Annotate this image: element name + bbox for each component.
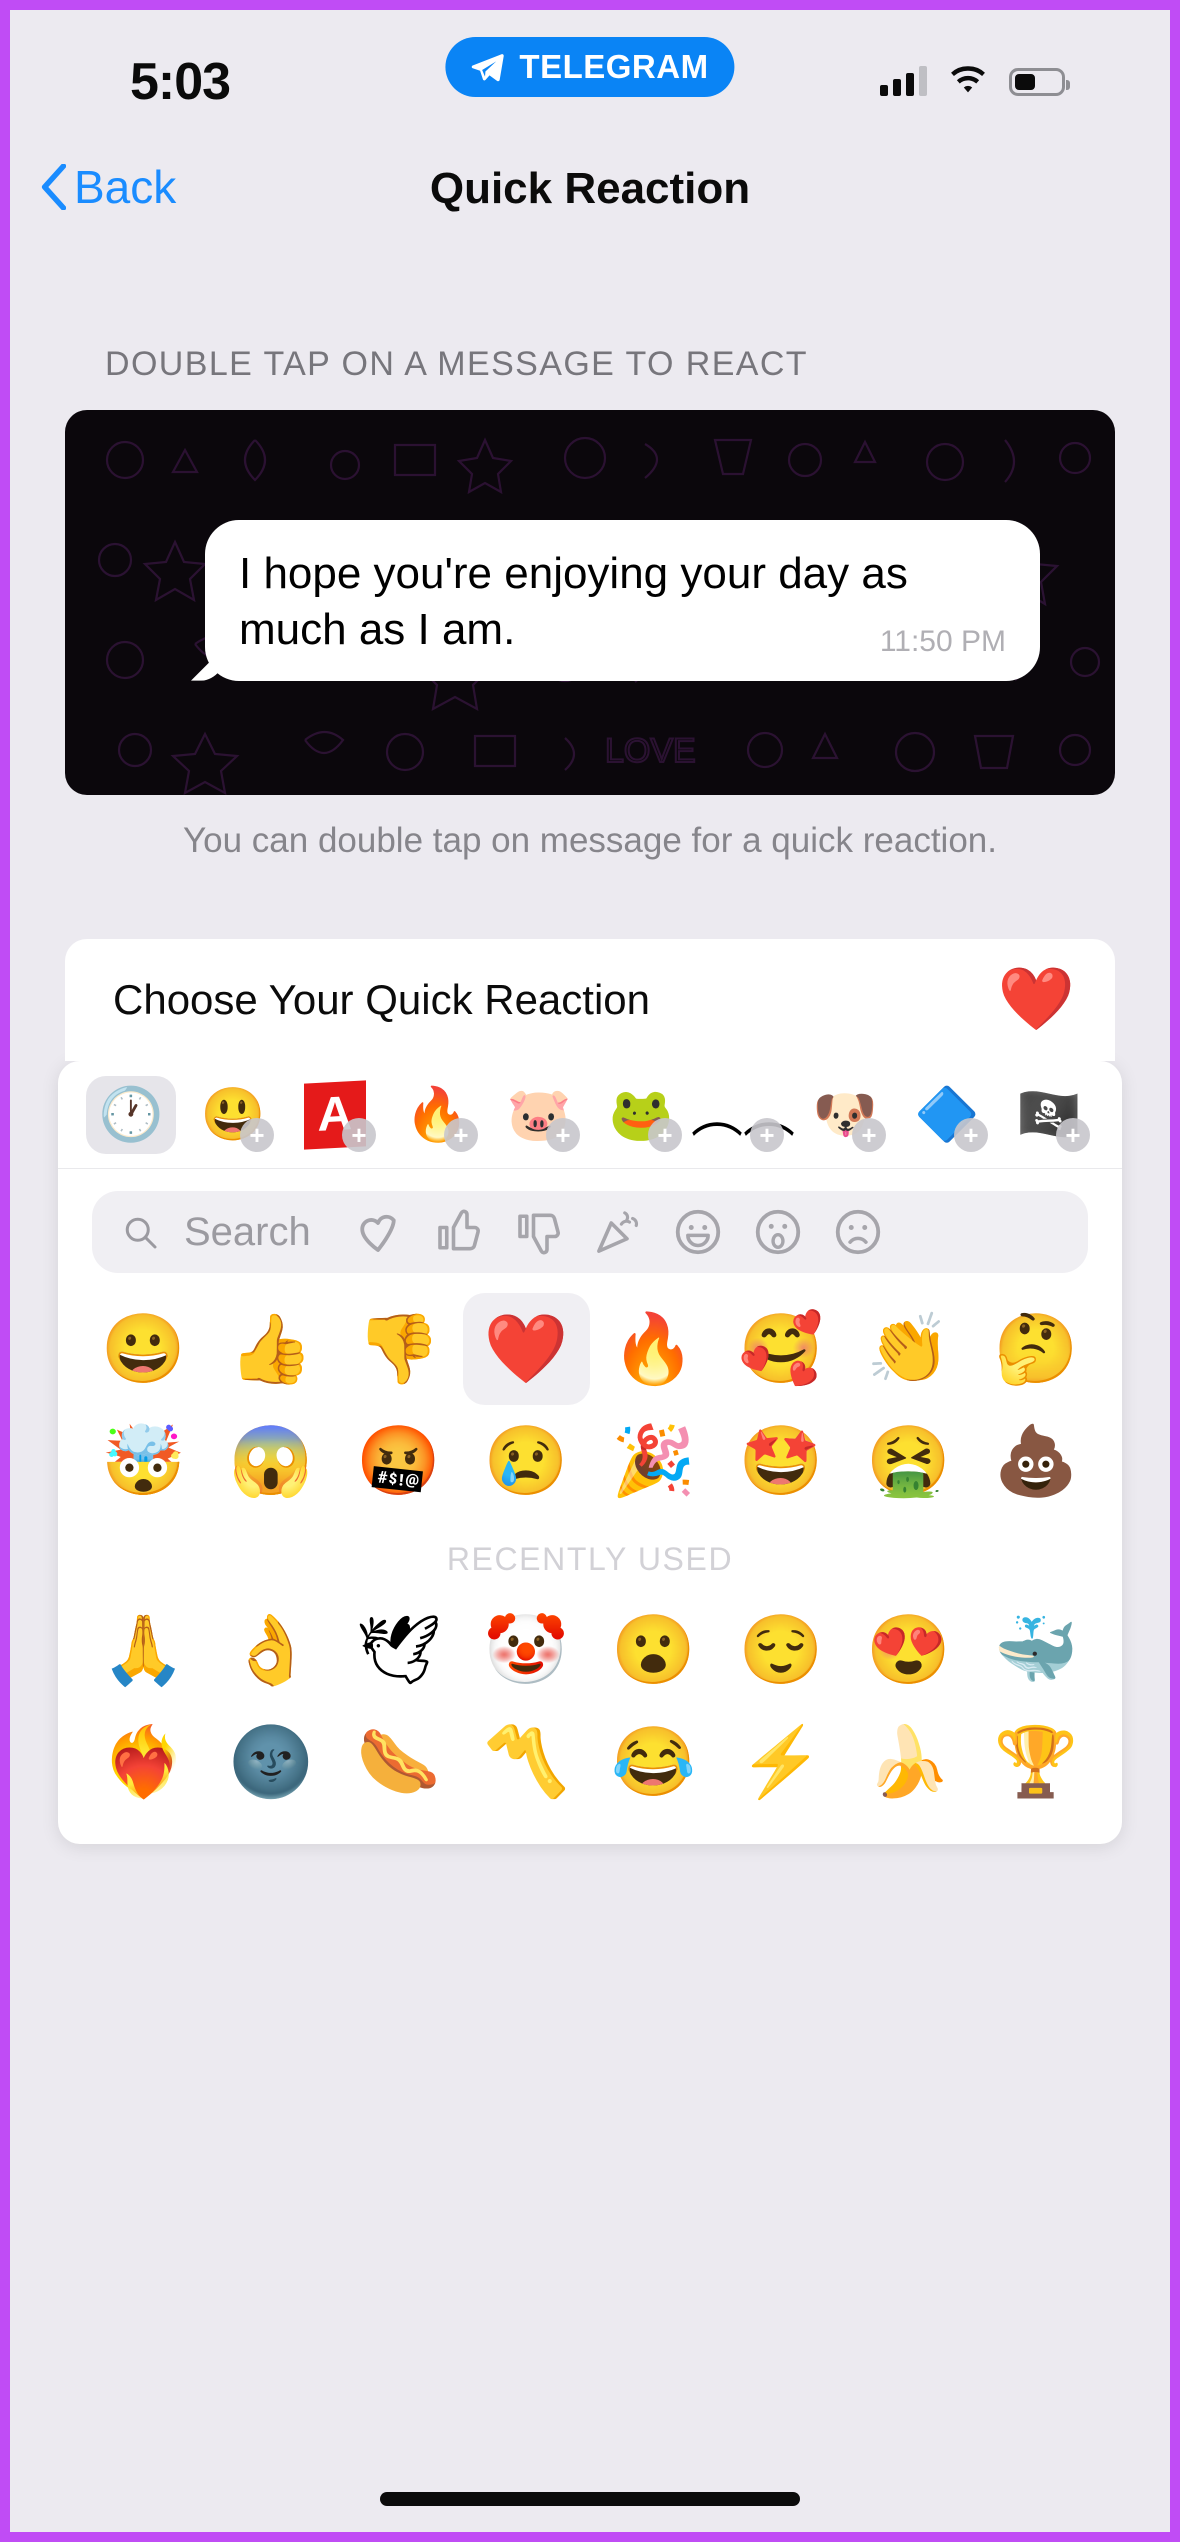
sticker-pack-shiba-dog-sticker-pack[interactable]: 🐶 +: [800, 1076, 890, 1154]
add-pack-plus-icon[interactable]: +: [342, 1117, 376, 1152]
emoji-pile-of-poo[interactable]: 💩: [973, 1405, 1101, 1517]
search-input[interactable]: Search: [184, 1210, 311, 1255]
sticker-pack-green-frog-sticker-pack[interactable]: 🐸 +: [596, 1076, 686, 1154]
add-pack-plus-icon[interactable]: +: [648, 1117, 682, 1152]
status-icons: [880, 66, 1070, 96]
emoji-thumbs-down[interactable]: 👎: [335, 1293, 463, 1405]
cellular-signal-icon: [880, 66, 927, 96]
emoji-smiling-face-with-hearts[interactable]: 🥰: [718, 1293, 846, 1405]
telegram-plane-icon: [471, 54, 504, 82]
emoji-star-struck[interactable]: 🤩: [718, 1405, 846, 1517]
sticker-pack-tabbar[interactable]: 🕐 😃 + A + 🔥 + 🐷 + 🐸 + ︵︵ + 🐶 + 🔷 + 🏴‍☠️ +: [58, 1061, 1122, 1169]
emoji-thinking-face[interactable]: 🤔: [973, 1293, 1101, 1405]
recently-used-label: RECENTLY USED: [446, 1541, 734, 1577]
emoji-disappointed-face[interactable]: 😢: [463, 1405, 591, 1517]
sticker-pack-glyph: 🕐: [98, 1085, 164, 1144]
section-footnote: You can double tap on message for a quic…: [183, 821, 997, 860]
choose-quick-reaction-row[interactable]: Choose Your Quick Reaction ❤️: [65, 939, 1115, 1061]
add-pack-plus-icon[interactable]: +: [954, 1117, 988, 1152]
emoji-face-with-open-mouth[interactable]: 😮: [590, 1594, 718, 1706]
sticker-pack-purple-diamond-sticker-pack[interactable]: 🔷 +: [902, 1076, 992, 1154]
emoji-clapping-hands[interactable]: 👏: [845, 1293, 973, 1405]
emoji-ok-hand[interactable]: 👌: [208, 1594, 336, 1706]
message-timestamp: 11:50 PM: [879, 624, 1006, 658]
emoji-picker-panel: 🕐 😃 + A + 🔥 + 🐷 + 🐸 + ︵︵ + 🐶 + 🔷 + 🏴‍☠️ + Search: [58, 1061, 1122, 1844]
surprised-outline-filter-icon[interactable]: [751, 1205, 805, 1259]
emoji-search-row[interactable]: Search: [92, 1191, 1088, 1273]
emoji-thumbs-up[interactable]: 👍: [208, 1293, 336, 1405]
add-pack-plus-icon[interactable]: +: [1056, 1117, 1090, 1152]
emoji-face-screaming-in-fear[interactable]: 😱: [208, 1405, 336, 1517]
sad-outline-filter-icon[interactable]: [831, 1205, 885, 1259]
emoji-red-heart[interactable]: ❤️: [462, 1293, 590, 1405]
thumbs-down-outline-filter-icon[interactable]: [511, 1205, 565, 1259]
choose-quick-reaction-label: Choose Your Quick Reaction: [113, 976, 650, 1023]
emoji-scribble-mark[interactable]: 〽️: [463, 1706, 591, 1818]
add-pack-plus-icon[interactable]: +: [546, 1117, 580, 1152]
status-time: 5:03: [130, 53, 231, 111]
back-button[interactable]: Back: [40, 160, 176, 214]
add-pack-plus-icon[interactable]: +: [444, 1117, 478, 1152]
sticker-pack-recent-clock[interactable]: 🕐: [86, 1075, 176, 1154]
emoji-fire[interactable]: 🔥: [590, 1293, 718, 1405]
sticker-pack-letter-a-sticker-pack[interactable]: A +: [290, 1076, 380, 1154]
emoji-trophy[interactable]: 🏆: [973, 1706, 1101, 1818]
page-title: Quick Reaction: [429, 164, 751, 213]
emoji-grid-recent[interactable]: 🙏 👌 🕊 🤡 😮 😌 😍 🐳 ❤️‍🔥 🌚 🌭 〽️ 😂 ⚡ 🍌 🏆: [58, 1584, 1122, 1844]
emoji-clown-face[interactable]: 🤡: [463, 1594, 591, 1706]
status-bar: 5:03 TELEGRAM: [10, 10, 1170, 140]
reaction-bubble-dot-large: [977, 1011, 1023, 1057]
home-indicator: [380, 2492, 800, 2506]
emoji-smiling-face-with-heart-eyes[interactable]: 😍: [845, 1594, 973, 1706]
emoji-dove[interactable]: 🕊: [335, 1594, 463, 1706]
search-icon: [125, 1217, 157, 1249]
sticker-pack-pirate-flag-sticker-pack[interactable]: 🏴‍☠️ +: [1004, 1076, 1094, 1154]
message-bubble[interactable]: I hope you're enjoying your day as much …: [205, 520, 1040, 681]
back-button-label: Back: [74, 161, 177, 213]
section-header: DOUBLE TAP ON A MESSAGE TO REACT: [105, 345, 808, 383]
emoji-heart-on-fire[interactable]: ❤️‍🔥: [80, 1706, 208, 1818]
heart-outline-filter-icon[interactable]: [351, 1205, 405, 1259]
emoji-hot-dog[interactable]: 🌭: [335, 1706, 463, 1818]
navigation-bar: Back Quick Reaction: [10, 140, 1170, 250]
sticker-pack-pink-bear-sticker-pack[interactable]: 🐷 +: [494, 1076, 584, 1154]
emoji-face-with-tears-of-joy[interactable]: 😂: [590, 1706, 718, 1818]
add-pack-plus-icon[interactable]: +: [750, 1117, 784, 1152]
emoji-grinning-face[interactable]: 😀: [80, 1293, 208, 1405]
emoji-folded-hands[interactable]: 🙏: [80, 1594, 208, 1706]
emoji-party-popper[interactable]: 🎉: [590, 1405, 718, 1517]
party-popper-outline-filter-icon[interactable]: [591, 1205, 645, 1259]
add-pack-plus-icon[interactable]: +: [852, 1117, 886, 1152]
chevron-left-icon: [41, 164, 66, 210]
battery-icon: [1009, 68, 1070, 96]
thumbs-up-outline-filter-icon[interactable]: [431, 1205, 485, 1259]
sticker-pack-fire-face-sticker-pack[interactable]: 🔥 +: [392, 1076, 482, 1154]
phone-screen: 5:03 TELEGRAM Back Quick Reaction DOUBLE…: [10, 10, 1170, 2532]
add-pack-plus-icon[interactable]: +: [240, 1117, 274, 1152]
emoji-high-voltage[interactable]: ⚡: [718, 1706, 846, 1818]
telegram-badge-label: TELEGRAM: [519, 48, 709, 85]
sticker-pack-smiley-sticker-pack[interactable]: 😃 +: [188, 1076, 278, 1154]
emoji-relieved-face[interactable]: 😌: [718, 1594, 846, 1706]
sticker-pack-eyebrows-sticker-pack[interactable]: ︵︵ +: [691, 1076, 795, 1154]
emoji-face-with-symbols-on-mouth[interactable]: 🤬: [335, 1405, 463, 1517]
svg-text:LOVE: LOVE: [605, 732, 696, 770]
emoji-banana[interactable]: 🍌: [845, 1706, 973, 1818]
emoji-exploding-head[interactable]: 🤯: [80, 1405, 208, 1517]
emoji-face-vomiting[interactable]: 🤮: [845, 1405, 973, 1517]
telegram-app-badge: TELEGRAM: [445, 37, 735, 97]
wifi-icon: [951, 66, 985, 93]
smiley-outline-filter-icon[interactable]: [671, 1205, 725, 1259]
emoji-whale[interactable]: 🐳: [973, 1594, 1101, 1706]
emoji-grid-main[interactable]: 😀 👍 👎 ❤️ 🔥 🥰 👏 🤔 🤯 😱 🤬 😢 🎉 🤩 🤮 💩: [58, 1283, 1122, 1517]
chat-preview: LOVE I hope you're enjoying your day as …: [65, 410, 1115, 795]
emoji-new-moon-face[interactable]: 🌚: [208, 1706, 336, 1818]
